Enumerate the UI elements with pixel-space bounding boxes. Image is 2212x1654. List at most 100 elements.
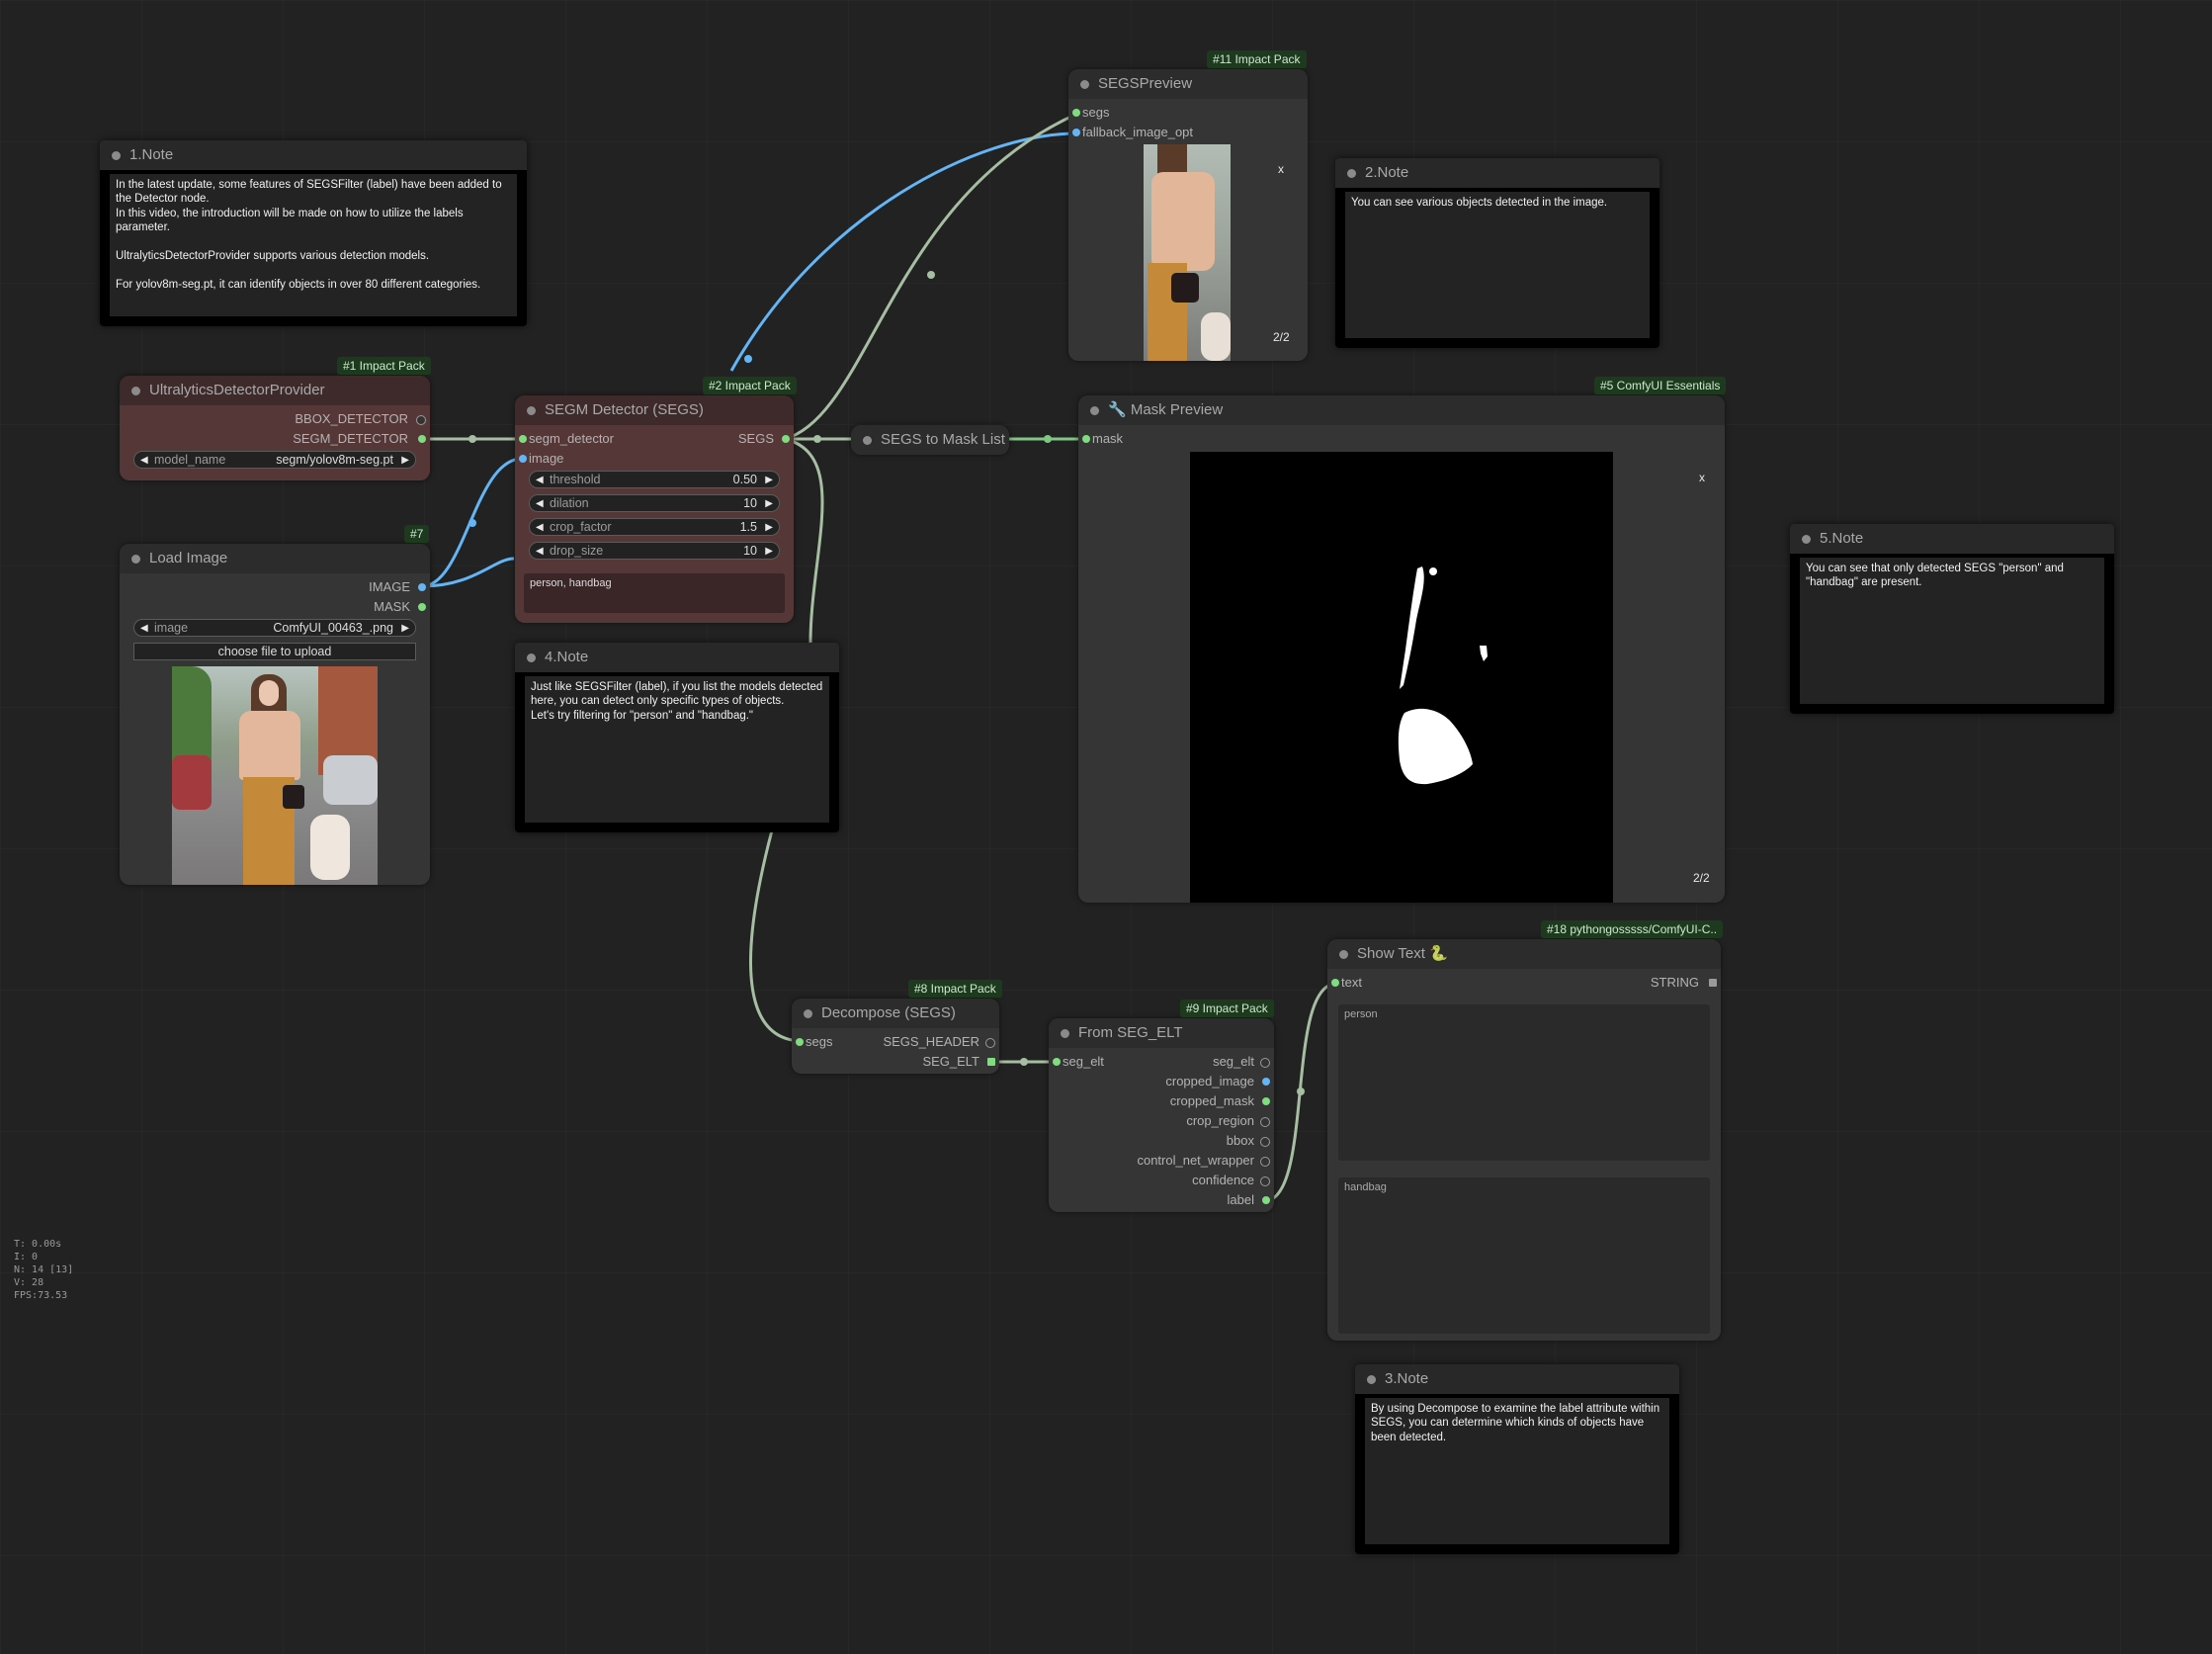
output-pin-mask[interactable]	[418, 603, 426, 611]
output-cropped-mask[interactable]: cropped_mask	[1170, 1093, 1254, 1109]
decrement-arrow-icon[interactable]: ◀	[536, 496, 544, 511]
from-seg-elt-node[interactable]: From SEG_ELT seg_elt seg_elt cropped_ima…	[1049, 1018, 1274, 1212]
note-5-title-bar[interactable]: 5.Note	[1790, 524, 2114, 554]
input-segs[interactable]: segs	[1068, 105, 1109, 121]
ultralytics-detector-provider-node[interactable]: UltralyticsDetectorProvider BBOX_DETECTO…	[120, 376, 430, 480]
note-4-title-bar[interactable]: 4.Note	[515, 643, 839, 672]
decrement-arrow-icon[interactable]: ◀	[140, 453, 148, 468]
show-text-output-2[interactable]: handbag	[1338, 1177, 1710, 1334]
decrement-arrow-icon[interactable]: ◀	[536, 544, 544, 559]
decrement-arrow-icon[interactable]: ◀	[536, 473, 544, 487]
note-2[interactable]: 2.Note You can see various objects detec…	[1335, 158, 1659, 348]
increment-arrow-icon[interactable]: ▶	[401, 621, 409, 636]
output-control-net-wrapper[interactable]: control_net_wrapper	[1137, 1153, 1254, 1169]
output-segs[interactable]: SEGS	[738, 431, 774, 447]
from-seg-elt-title-bar[interactable]: From SEG_ELT	[1049, 1018, 1274, 1048]
note-3-text[interactable]: By using Decompose to examine the label …	[1365, 1398, 1669, 1544]
decrement-arrow-icon[interactable]: ◀	[140, 621, 148, 636]
load-image-node[interactable]: Load Image IMAGE MASK ◀ image ComfyUI_00…	[120, 544, 430, 885]
segs-to-mask-list-title-bar[interactable]: SEGS to Mask List	[851, 425, 1009, 455]
labels-textarea[interactable]: person, handbag	[524, 573, 785, 613]
output-pin-segm[interactable]	[418, 435, 426, 443]
collapse-dot-icon[interactable]	[1090, 406, 1099, 415]
choose-file-button[interactable]: choose file to upload	[133, 643, 416, 660]
increment-arrow-icon[interactable]: ▶	[765, 473, 773, 487]
output-pin-string-grid-icon[interactable]	[1709, 979, 1717, 987]
close-mask-preview-icon[interactable]: x	[1699, 471, 1705, 484]
output-mask[interactable]: MASK	[374, 599, 410, 615]
decompose-segs-node[interactable]: Decompose (SEGS) segs SEGS_HEADER SEG_EL…	[792, 999, 999, 1074]
output-pin[interactable]	[1260, 1058, 1270, 1068]
output-label[interactable]: label	[1228, 1192, 1254, 1208]
collapse-dot-icon[interactable]	[1802, 535, 1811, 544]
note-5-text[interactable]: You can see that only detected SEGS "per…	[1800, 558, 2104, 704]
output-seg-elt[interactable]: seg_elt	[1213, 1054, 1254, 1070]
collapse-dot-icon[interactable]	[1367, 1375, 1376, 1384]
increment-arrow-icon[interactable]: ▶	[765, 496, 773, 511]
increment-arrow-icon[interactable]: ▶	[401, 453, 409, 468]
output-pin[interactable]	[1260, 1157, 1270, 1167]
mask-preview-title-bar[interactable]: 🔧 Mask Preview	[1078, 395, 1725, 425]
input-segs[interactable]: segs	[792, 1034, 832, 1050]
ultralytics-title-bar[interactable]: UltralyticsDetectorProvider	[120, 376, 430, 405]
input-fallback-image-opt[interactable]: fallback_image_opt	[1068, 125, 1193, 140]
input-text[interactable]: text	[1327, 975, 1362, 991]
note-1[interactable]: 1.Note In the latest update, some featur…	[100, 140, 527, 326]
load-image-title-bar[interactable]: Load Image	[120, 544, 430, 573]
increment-arrow-icon[interactable]: ▶	[765, 544, 773, 559]
output-pin[interactable]	[1260, 1117, 1270, 1127]
collapse-dot-icon[interactable]	[1080, 80, 1089, 89]
close-preview-icon[interactable]: x	[1278, 162, 1284, 176]
output-confidence[interactable]: confidence	[1192, 1173, 1254, 1188]
mask-preview-node[interactable]: 🔧 Mask Preview mask x 2/2	[1078, 395, 1725, 903]
note-3[interactable]: 3.Note By using Decompose to examine the…	[1355, 1364, 1679, 1554]
collapse-dot-icon[interactable]	[1339, 950, 1348, 959]
crop-factor-widget[interactable]: ◀ crop_factor 1.5 ▶	[529, 518, 780, 536]
segs-preview-node[interactable]: SEGSPreview segs fallback_image_opt x 2/…	[1068, 69, 1308, 361]
segm-detector-node[interactable]: SEGM Detector (SEGS) segm_detector image…	[515, 395, 794, 623]
decrement-arrow-icon[interactable]: ◀	[536, 520, 544, 535]
output-string[interactable]: STRING	[1651, 975, 1699, 991]
input-seg-elt[interactable]: seg_elt	[1049, 1054, 1104, 1070]
collapse-dot-icon[interactable]	[863, 436, 872, 445]
increment-arrow-icon[interactable]: ▶	[765, 520, 773, 535]
note-5[interactable]: 5.Note You can see that only detected SE…	[1790, 524, 2114, 714]
output-segs-header[interactable]: SEGS_HEADER	[883, 1034, 979, 1050]
output-image[interactable]: IMAGE	[369, 579, 410, 595]
output-pin[interactable]	[1260, 1137, 1270, 1147]
output-pin[interactable]	[1262, 1196, 1270, 1204]
note-3-title-bar[interactable]: 3.Note	[1355, 1364, 1679, 1394]
output-pin-bbox[interactable]	[416, 415, 426, 425]
segs-to-mask-list-node[interactable]: SEGS to Mask List	[851, 425, 1009, 455]
output-pin-seg-elt-grid-icon[interactable]	[987, 1058, 995, 1066]
segs-preview-title-bar[interactable]: SEGSPreview	[1068, 69, 1308, 99]
note-1-title-bar[interactable]: 1.Note	[100, 140, 527, 170]
collapse-dot-icon[interactable]	[804, 1009, 812, 1018]
drop-size-widget[interactable]: ◀ drop_size 10 ▶	[529, 542, 780, 560]
show-text-output-1[interactable]: person	[1338, 1004, 1710, 1161]
output-pin[interactable]	[1260, 1176, 1270, 1186]
image-select-widget[interactable]: ◀ image ComfyUI_00463_.png ▶	[133, 619, 416, 637]
output-pin[interactable]	[1262, 1078, 1270, 1086]
collapse-dot-icon[interactable]	[112, 151, 121, 160]
output-pin[interactable]	[1262, 1097, 1270, 1105]
output-segm-detector[interactable]: SEGM_DETECTOR	[293, 431, 408, 447]
input-image[interactable]: image	[515, 451, 563, 467]
note-4-text[interactable]: Just like SEGSFilter (label), if you lis…	[525, 676, 829, 823]
model-name-widget[interactable]: ◀ model_name segm/yolov8m-seg.pt ▶	[133, 451, 416, 469]
output-seg-elt[interactable]: SEG_ELT	[922, 1054, 979, 1070]
collapse-dot-icon[interactable]	[1061, 1029, 1069, 1038]
output-bbox-detector[interactable]: BBOX_DETECTOR	[295, 411, 408, 427]
collapse-dot-icon[interactable]	[131, 387, 140, 395]
show-text-node[interactable]: Show Text 🐍 text STRING person handbag	[1327, 939, 1721, 1341]
output-pin-segs-header[interactable]	[985, 1038, 995, 1048]
collapse-dot-icon[interactable]	[131, 555, 140, 564]
decompose-title-bar[interactable]: Decompose (SEGS)	[792, 999, 999, 1028]
note-2-text[interactable]: You can see various objects detected in …	[1345, 192, 1650, 338]
collapse-dot-icon[interactable]	[527, 653, 536, 662]
input-segm-detector[interactable]: segm_detector	[515, 431, 614, 447]
show-text-title-bar[interactable]: Show Text 🐍	[1327, 939, 1721, 969]
note-4[interactable]: 4.Note Just like SEGSFilter (label), if …	[515, 643, 839, 832]
segm-detector-title-bar[interactable]: SEGM Detector (SEGS)	[515, 395, 794, 425]
dilation-widget[interactable]: ◀ dilation 10 ▶	[529, 494, 780, 512]
